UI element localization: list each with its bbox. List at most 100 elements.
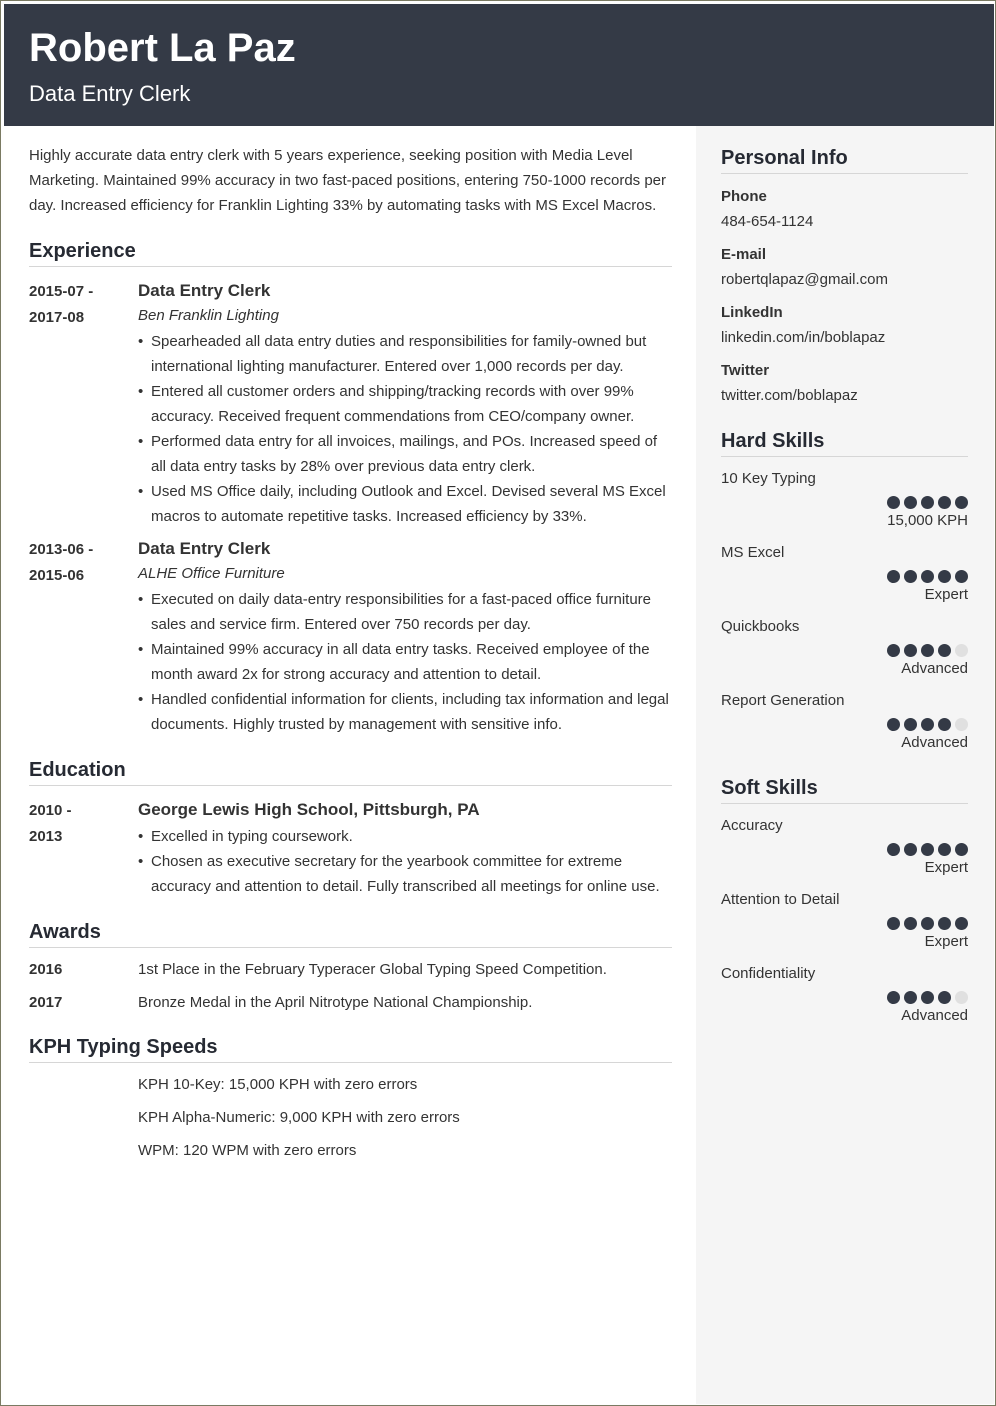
- entry-body: Data Entry Clerk ALHE Office Furniture E…: [138, 537, 672, 737]
- rating-dot-filled-icon: [938, 496, 951, 509]
- rating-dot-filled-icon: [887, 644, 900, 657]
- rating-dot-filled-icon: [887, 718, 900, 731]
- experience-entry: 2015-07 - 2017-08 Data Entry Clerk Ben F…: [29, 279, 672, 529]
- rating-dot-filled-icon: [887, 496, 900, 509]
- sidebar: Personal Info Phone 484-654-1124 E-mail …: [696, 126, 994, 1404]
- skill-level: Advanced: [901, 1007, 968, 1024]
- rating-dot-filled-icon: [904, 496, 917, 509]
- award-year: 2016: [29, 961, 63, 978]
- bullet-item: Handled confidential information for cli…: [138, 687, 672, 737]
- skill-level: 15,000 KPH: [887, 512, 968, 529]
- rating-dot-filled-icon: [887, 917, 900, 930]
- skill-rating: [721, 991, 968, 1004]
- rating-dot-filled-icon: [904, 843, 917, 856]
- skill-rating: [721, 570, 968, 583]
- job-role: Data Entry Clerk: [138, 281, 271, 300]
- date-end: 2015-06: [29, 567, 85, 584]
- award-text: Bronze Medal in the April Nitrotype Nati…: [138, 994, 533, 1011]
- rating-dot-filled-icon: [921, 570, 934, 583]
- rating-dot-filled-icon: [955, 496, 968, 509]
- phone-label: Phone: [721, 188, 767, 205]
- rating-dot-filled-icon: [904, 917, 917, 930]
- skill-name: 10 Key Typing: [721, 470, 816, 487]
- experience-list: 2015-07 - 2017-08 Data Entry Clerk Ben F…: [29, 279, 672, 737]
- rating-dot-empty-icon: [955, 991, 968, 1004]
- rating-dot-filled-icon: [955, 570, 968, 583]
- rating-dot-filled-icon: [887, 991, 900, 1004]
- skill-name: Accuracy: [721, 817, 783, 834]
- skill-item: Report Generation Advanced: [721, 691, 968, 753]
- education-entry: 2010 - 2013 George Lewis High School, Pi…: [29, 798, 672, 899]
- personal-info-list: Phone 484-654-1124 E-mail robertqlapaz@g…: [721, 187, 968, 406]
- skill-level: Advanced: [901, 734, 968, 751]
- rating-dot-empty-icon: [955, 718, 968, 731]
- skill-rating: [721, 644, 968, 657]
- skill-name: Report Generation: [721, 692, 845, 709]
- typing-speeds-list: KPH 10-Key: 15,000 KPH with zero errors …: [29, 1073, 672, 1162]
- hard-skills-heading: Hard Skills: [721, 430, 968, 457]
- rating-dot-filled-icon: [938, 570, 951, 583]
- company-name: ALHE Office Furniture: [138, 565, 285, 582]
- company-name: Ben Franklin Lighting: [138, 307, 279, 324]
- skill-item: Accuracy Expert: [721, 816, 968, 878]
- rating-dot-filled-icon: [938, 718, 951, 731]
- bullet-item: Performed data entry for all invoices, m…: [138, 429, 672, 479]
- rating-dot-empty-icon: [955, 644, 968, 657]
- rating-dot-filled-icon: [955, 917, 968, 930]
- school-name: George Lewis High School, Pittsburgh, PA: [138, 800, 480, 819]
- skill-level: Expert: [924, 586, 968, 603]
- bullet-item: Chosen as executive secretary for the ye…: [138, 849, 672, 899]
- bullet-list: Excelled in typing coursework. Chosen as…: [138, 824, 672, 899]
- rating-dot-filled-icon: [921, 843, 934, 856]
- bullet-list: Executed on daily data-entry responsibil…: [138, 587, 672, 737]
- rating-dot-filled-icon: [921, 917, 934, 930]
- rating-dot-filled-icon: [921, 644, 934, 657]
- experience-heading: Experience: [29, 240, 672, 267]
- skill-level: Expert: [924, 859, 968, 876]
- phone-value: 484-654-1124: [721, 213, 814, 230]
- entry-date: 2015-07 - 2017-08: [29, 279, 138, 529]
- rating-dot-filled-icon: [921, 496, 934, 509]
- twitter-value: twitter.com/boblapaz: [721, 387, 858, 404]
- twitter-label: Twitter: [721, 362, 770, 379]
- rating-dot-filled-icon: [938, 991, 951, 1004]
- entry-body: George Lewis High School, Pittsburgh, PA…: [138, 798, 672, 899]
- typing-speed-item: KPH 10-Key: 15,000 KPH with zero errors: [138, 1076, 418, 1093]
- hard-skills-section: Hard Skills 10 Key Typing 15,000 KPH MS Ex…: [721, 430, 968, 753]
- rating-dot-filled-icon: [938, 644, 951, 657]
- award-item: 2016 1st Place in the February Typeracer…: [29, 958, 672, 981]
- skill-level: Expert: [924, 933, 968, 950]
- typing-speed-item: KPH Alpha-Numeric: 9,000 KPH with zero e…: [138, 1109, 460, 1126]
- job-role: Data Entry Clerk: [138, 539, 271, 558]
- skill-item: Attention to Detail Expert: [721, 890, 968, 952]
- skill-item: Quickbooks Advanced: [721, 617, 968, 679]
- skill-rating: [721, 718, 968, 731]
- rating-dot-filled-icon: [938, 843, 951, 856]
- bullet-item: Entered all customer orders and shipping…: [138, 379, 672, 429]
- education-heading: Education: [29, 759, 672, 786]
- awards-heading: Awards: [29, 921, 672, 948]
- sidebar-content: Personal Info Phone 484-654-1124 E-mail …: [721, 147, 968, 1026]
- date-start: 2010 -: [29, 802, 72, 819]
- skill-rating: [721, 843, 968, 856]
- resume-page: Robert La Paz Data Entry Clerk Highly ac…: [4, 4, 994, 1404]
- date-end: 2017-08: [29, 309, 85, 326]
- main-column: Highly accurate data entry clerk with 5 …: [29, 126, 672, 1162]
- bullet-item: Executed on daily data-entry responsibil…: [138, 587, 672, 637]
- rating-dot-filled-icon: [904, 991, 917, 1004]
- skill-name: MS Excel: [721, 544, 785, 561]
- linkedin-value: linkedin.com/in/boblapaz: [721, 329, 886, 346]
- skill-item: Confidentiality Advanced: [721, 964, 968, 1026]
- rating-dot-filled-icon: [904, 570, 917, 583]
- date-end: 2013: [29, 828, 63, 845]
- rating-dot-filled-icon: [955, 843, 968, 856]
- skill-level: Advanced: [901, 660, 968, 677]
- typing-speeds-heading: KPH Typing Speeds: [29, 1036, 672, 1063]
- bullet-item: Excelled in typing coursework.: [138, 824, 672, 849]
- email-label: E-mail: [721, 246, 767, 263]
- personal-info-heading: Personal Info: [721, 147, 968, 174]
- resume-header: Robert La Paz Data Entry Clerk: [4, 4, 994, 126]
- soft-skills-heading: Soft Skills: [721, 777, 968, 804]
- rating-dot-filled-icon: [921, 991, 934, 1004]
- skill-name: Attention to Detail: [721, 891, 840, 908]
